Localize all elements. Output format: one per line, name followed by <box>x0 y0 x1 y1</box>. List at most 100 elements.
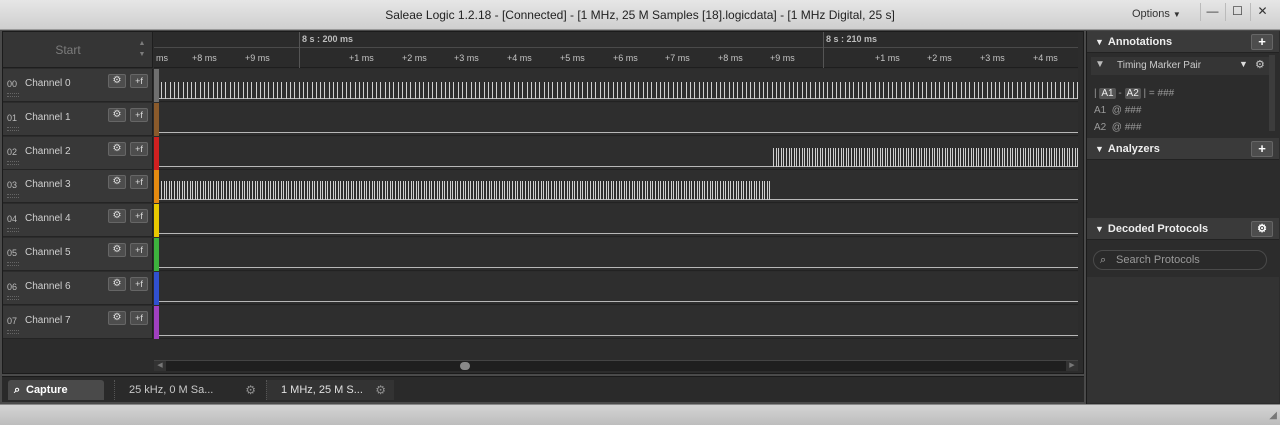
trigger-icon[interactable]: +f <box>130 243 148 257</box>
gear-icon[interactable]: ⚙ <box>108 243 126 257</box>
gear-icon[interactable]: ⚙ <box>108 311 126 325</box>
start-options-spinner[interactable]: ▲ ▼ <box>136 38 148 62</box>
channel-waveform[interactable] <box>159 306 1078 339</box>
trigger-icon[interactable]: +f <box>130 142 148 156</box>
options-menu[interactable]: Options ▼ <box>1132 8 1181 20</box>
search-protocols-input[interactable] <box>1116 253 1262 267</box>
signal-pulse <box>548 181 549 200</box>
drag-handle[interactable] <box>7 228 19 232</box>
gear-icon[interactable]: ⚙ <box>108 175 126 189</box>
protocol-search[interactable]: ⌕ <box>1093 250 1267 270</box>
signal-pulse <box>398 82 399 99</box>
signal-pulse <box>441 82 442 99</box>
analyzers-header[interactable]: ▼ Analyzers + <box>1087 138 1279 160</box>
decoded-settings-gear-icon[interactable]: ⚙ <box>1251 221 1273 237</box>
gear-icon[interactable]: ⚙ <box>108 209 126 223</box>
scroll-left-icon[interactable]: ◀ <box>154 361 166 371</box>
channel-name[interactable]: Channel 3 <box>25 179 71 190</box>
channel-row[interactable]: 04 Channel 4 ⚙ +f <box>3 204 153 237</box>
channel-row[interactable]: 06 Channel 6 ⚙ +f <box>3 272 153 305</box>
signal-pulse <box>426 181 427 200</box>
scroll-right-icon[interactable]: ▶ <box>1066 361 1078 371</box>
drag-handle[interactable] <box>7 127 19 131</box>
drag-handle[interactable] <box>7 262 19 266</box>
annotations-scrollbar[interactable] <box>1269 55 1275 131</box>
ruler-tick-label: +9 ms <box>245 53 270 63</box>
marker-a2-tag[interactable]: A2 <box>1124 88 1141 99</box>
channel-name[interactable]: Channel 7 <box>25 315 71 326</box>
signal-pulse <box>769 181 770 200</box>
chevron-up-icon[interactable]: ▲ <box>136 38 148 49</box>
signal-pulse <box>223 181 224 200</box>
channel-waveform[interactable] <box>159 204 1078 237</box>
drag-handle[interactable] <box>7 194 19 198</box>
ruler-tick-label: +5 ms <box>560 53 585 63</box>
close-button[interactable]: ✕ <box>1250 3 1274 21</box>
trigger-icon[interactable]: +f <box>130 74 148 88</box>
gear-icon[interactable]: ⚙ <box>108 142 126 156</box>
channel-waveform[interactable] <box>159 170 1078 203</box>
tab-capture[interactable]: ⌕ Capture <box>8 380 104 400</box>
chevron-down-icon[interactable]: ▼ <box>1239 59 1248 69</box>
trigger-icon[interactable]: +f <box>130 209 148 223</box>
channel-row[interactable]: 03 Channel 3 ⚙ +f <box>3 170 153 203</box>
collapse-triangle-icon[interactable]: ▼ <box>1095 224 1104 234</box>
signal-pulse <box>827 82 828 99</box>
annotations-header[interactable]: ▼ Annotations + <box>1087 31 1279 53</box>
tab-session-1[interactable]: 25 kHz, 0 M Sa... ⚙ <box>114 380 264 400</box>
gear-icon[interactable]: ⚙ <box>108 277 126 291</box>
channel-name[interactable]: Channel 4 <box>25 213 71 224</box>
channel-row[interactable]: 07 Channel 7 ⚙ +f <box>3 306 153 339</box>
channel-waveform[interactable] <box>159 103 1078 136</box>
signal-pulse <box>932 148 933 167</box>
maximize-button[interactable]: ☐ <box>1225 3 1249 21</box>
signal-pulse <box>665 181 666 200</box>
channel-row[interactable]: 02 Channel 2 ⚙ +f <box>3 137 153 170</box>
gear-icon[interactable]: ⚙ <box>108 108 126 122</box>
signal-pulse <box>699 181 700 200</box>
minimize-button[interactable]: — <box>1200 3 1224 21</box>
channel-row[interactable]: 01 Channel 1 ⚙ +f <box>3 103 153 136</box>
signal-pulse <box>791 148 792 167</box>
channel-name[interactable]: Channel 2 <box>25 146 71 157</box>
collapse-triangle-icon[interactable]: ▼ <box>1095 37 1104 47</box>
channel-row[interactable]: 00 Channel 0 ⚙ +f <box>3 69 153 102</box>
chevron-down-icon[interactable]: ▼ <box>136 49 148 60</box>
collapse-triangle-icon[interactable]: ▼ <box>1095 144 1104 154</box>
tab-session-2[interactable]: 1 MHz, 25 M S... ⚙ <box>266 380 394 400</box>
add-annotation-button[interactable]: + <box>1251 34 1273 50</box>
scroll-thumb[interactable] <box>460 362 470 370</box>
channel-name[interactable]: Channel 1 <box>25 112 71 123</box>
channel-waveform[interactable] <box>159 69 1078 102</box>
channel-waveform[interactable] <box>159 137 1078 170</box>
channel-name[interactable]: Channel 5 <box>25 247 71 258</box>
drag-handle[interactable] <box>7 330 19 334</box>
signal-pulse <box>333 181 334 200</box>
horizontal-scrollbar[interactable]: ◀ ▶ <box>154 360 1078 371</box>
channel-waveform[interactable] <box>159 272 1078 305</box>
signal-pulse <box>715 181 716 200</box>
add-analyzer-button[interactable]: + <box>1251 141 1273 157</box>
resize-grip-icon[interactable]: ◢ <box>1269 410 1277 421</box>
gear-icon[interactable]: ⚙ <box>1255 58 1265 71</box>
trigger-icon[interactable]: +f <box>130 311 148 325</box>
gear-icon[interactable]: ⚙ <box>245 380 256 400</box>
channel-waveform[interactable] <box>159 238 1078 271</box>
time-ruler[interactable]: 8 s : 200 ms 8 s : 210 ms ms +8 ms +9 ms… <box>154 32 1078 68</box>
drag-handle[interactable] <box>7 296 19 300</box>
gear-icon[interactable]: ⚙ <box>375 380 386 400</box>
gear-icon[interactable]: ⚙ <box>108 74 126 88</box>
marker-a1-tag[interactable]: A1 <box>1099 88 1116 99</box>
drag-handle[interactable] <box>7 161 19 165</box>
trigger-icon[interactable]: +f <box>130 175 148 189</box>
channel-name[interactable]: Channel 6 <box>25 281 71 292</box>
trigger-icon[interactable]: +f <box>130 277 148 291</box>
timing-marker-pair[interactable]: ▼ Timing Marker Pair ▼ ⚙ <box>1091 57 1269 75</box>
channel-row[interactable]: 05 Channel 5 ⚙ +f <box>3 238 153 271</box>
start-button[interactable]: Start <box>3 32 133 68</box>
signal-pulse <box>846 148 847 167</box>
channel-name[interactable]: Channel 0 <box>25 78 71 89</box>
trigger-icon[interactable]: +f <box>130 108 148 122</box>
drag-handle[interactable] <box>7 93 19 97</box>
decoded-protocols-header[interactable]: ▼ Decoded Protocols ⚙ <box>1087 218 1279 240</box>
